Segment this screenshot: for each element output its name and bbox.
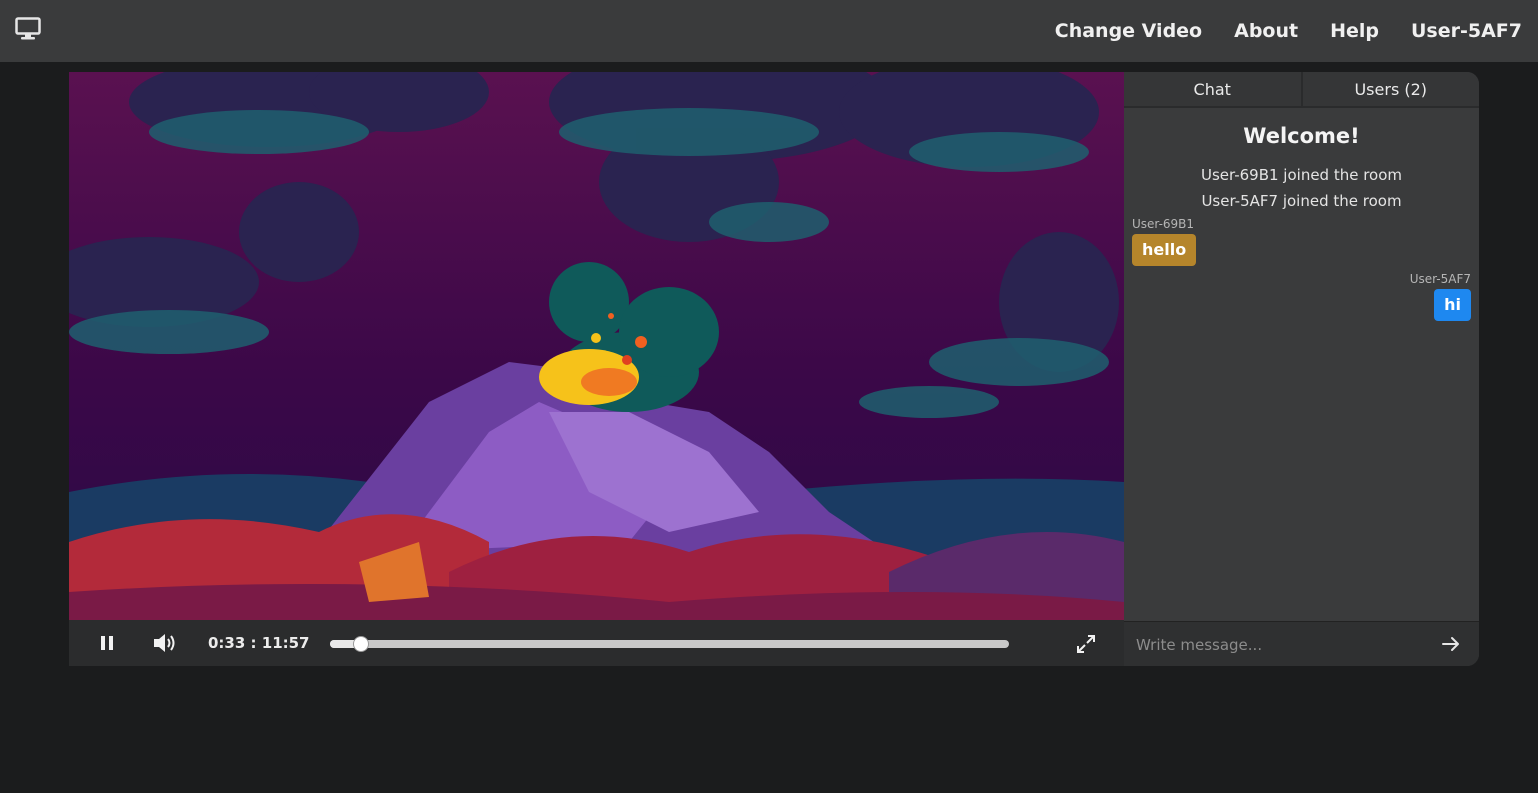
chat-bubble: hi xyxy=(1434,289,1471,321)
sidebar-tabs: Chat Users (2) xyxy=(1124,72,1479,108)
nav-about[interactable]: About xyxy=(1234,20,1298,42)
chat-messages: Welcome! User-69B1 joined the room User-… xyxy=(1124,110,1479,620)
message-author: User-5AF7 xyxy=(1409,272,1471,286)
system-message: User-69B1 joined the room xyxy=(1200,166,1403,184)
volume-icon[interactable] xyxy=(152,632,178,654)
chat-bubble: hello xyxy=(1132,234,1197,266)
player-controls: 0:33 : 11:57 xyxy=(69,620,1124,666)
nav-help[interactable]: Help xyxy=(1330,20,1379,42)
seek-bar[interactable] xyxy=(330,636,1009,652)
top-nav: Change Video About Help User-5AF7 xyxy=(1023,0,1522,62)
arrow-right-icon[interactable] xyxy=(1441,635,1461,653)
video-frame[interactable] xyxy=(69,72,1124,620)
message-author: User-69B1 xyxy=(1132,217,1195,231)
nav-change-video[interactable]: Change Video xyxy=(1055,20,1202,42)
video-player: 0:33 : 11:57 xyxy=(69,72,1124,666)
nav-user-name[interactable]: User-5AF7 xyxy=(1411,20,1522,42)
tab-users[interactable]: Users (2) xyxy=(1300,72,1479,108)
monitor-icon[interactable] xyxy=(15,17,41,41)
chat-sidebar: Chat Users (2) Welcome! User-69B1 joined… xyxy=(1124,72,1479,666)
seek-handle[interactable] xyxy=(353,636,370,652)
pause-icon[interactable] xyxy=(100,635,114,651)
message-input[interactable] xyxy=(1124,622,1424,666)
system-message: User-5AF7 joined the room xyxy=(1201,192,1402,210)
tab-chat[interactable]: Chat xyxy=(1124,72,1301,108)
top-bar: Change Video About Help User-5AF7 xyxy=(0,0,1538,62)
message-composer xyxy=(1124,621,1479,666)
playback-time: 0:33 : 11:57 xyxy=(208,634,310,652)
video-frame-illustration xyxy=(69,72,1124,620)
fullscreen-icon[interactable] xyxy=(1076,634,1096,654)
welcome-heading: Welcome! xyxy=(1243,124,1360,148)
